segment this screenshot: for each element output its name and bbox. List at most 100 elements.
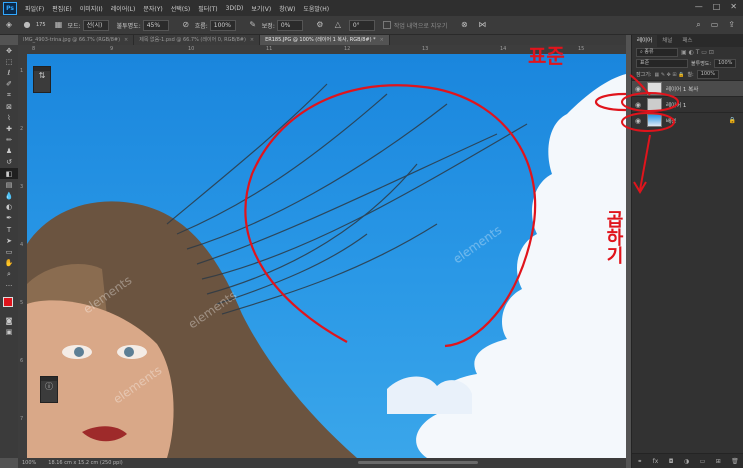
ruler-label: 10 [188, 46, 195, 52]
add-mask-icon[interactable]: ◘ [669, 458, 674, 465]
search-icon[interactable]: ⌕ [696, 20, 700, 30]
brush-settings-icon[interactable]: ▦ [54, 20, 64, 30]
menu-item-help[interactable]: 도움말(H) [299, 4, 333, 13]
link-layers-icon[interactable]: ⚭ [637, 458, 642, 465]
mode-select[interactable]: 선(시) [82, 19, 109, 31]
rectangle-tool-icon[interactable]: ▭ [0, 246, 18, 257]
brush-preset-icon[interactable]: ● [22, 20, 32, 30]
ruler-label: 15 [578, 46, 585, 52]
share-icon[interactable]: ⇪ [728, 20, 735, 30]
more-tools-icon[interactable]: ··· [0, 280, 18, 291]
tab-label: 제목 없음-1.psd @ 66.7% (레이어 0, RGB/8#) [139, 37, 246, 43]
angle-field[interactable]: 0° [348, 19, 375, 31]
close-icon[interactable]: × [250, 37, 254, 43]
tab-untitled[interactable]: 제목 없음-1.psd @ 66.7% (레이어 0, RGB/8#) × [134, 35, 261, 45]
ruler-label: 7 [20, 416, 24, 422]
menu-item-select[interactable]: 선택(S) [167, 4, 195, 13]
ruler-label: 13 [422, 46, 429, 52]
fx-icon[interactable]: fx [653, 458, 659, 465]
info-icon[interactable]: ⓘ [41, 381, 57, 392]
ruler-label: 4 [20, 242, 24, 248]
document-canvas[interactable]: elements elements elements elements [27, 54, 626, 458]
delete-layer-icon[interactable]: 🗑 [731, 458, 739, 465]
close-icon[interactable]: × [380, 37, 384, 43]
ruler-label: 14 [500, 46, 507, 52]
eraser-tool-preset-icon[interactable]: ◈ [4, 20, 14, 30]
brush-tool-icon[interactable]: ✏ [0, 135, 18, 146]
crop-tool-icon[interactable]: ⌗ [0, 90, 18, 101]
ruler-label: 3 [20, 184, 24, 190]
document-size[interactable]: 18.16 cm x 15.2 cm (250 ppi) [48, 460, 122, 466]
layer-opacity-field[interactable]: 100% [714, 59, 737, 68]
workspace-icon[interactable]: ▭ [711, 20, 719, 30]
checkbox-box[interactable] [382, 21, 391, 29]
eyedropper-tool-icon[interactable]: ⌇ [0, 112, 18, 123]
ruler-label: 11 [266, 46, 273, 52]
gradient-tool-icon[interactable]: ▤ [0, 179, 18, 190]
zoom-level[interactable]: 100% [22, 460, 36, 466]
close-icon[interactable]: × [124, 37, 128, 43]
pressure-size-icon[interactable]: ⊗ [459, 20, 469, 30]
move-tool-icon[interactable]: ✥ [0, 45, 18, 56]
screen-mode-icon[interactable]: ▣ [0, 326, 18, 337]
lock-icon: 🔒 [728, 117, 736, 124]
menu-item-3d[interactable]: 3D(D) [222, 5, 248, 12]
horizontal-scrollbar[interactable] [358, 461, 478, 464]
erase-history-checkbox[interactable]: 작업 내역으로 지우기 [382, 21, 447, 30]
quick-mask-icon[interactable]: ◙ [0, 315, 18, 326]
path-select-tool-icon[interactable]: ➤ [0, 235, 18, 246]
dodge-tool-icon[interactable]: ◐ [0, 202, 18, 213]
angle-icon: △ [334, 20, 341, 29]
flow-field[interactable]: 100% [209, 19, 236, 31]
quick-select-tool-icon[interactable]: ✐ [0, 79, 18, 90]
smoothing-options-icon[interactable]: ⚙ [315, 20, 325, 30]
menu-item-view[interactable]: 보기(V) [247, 4, 275, 13]
tab-img4903[interactable]: IMG_4903-trina.jpg @ 66.7% (RGB/8#) × [18, 35, 135, 45]
menu-item-file[interactable]: 파일(F) [21, 4, 48, 13]
menu-item-edit[interactable]: 편집(E) [48, 4, 76, 13]
marquee-tool-icon[interactable]: ⬚ [0, 56, 18, 67]
pen-tool-icon[interactable]: ✒ [0, 213, 18, 224]
ruler-label: 2 [20, 126, 24, 132]
eraser-tool-icon[interactable]: ◧ [0, 168, 18, 180]
frame-tool-icon[interactable]: ⊠ [0, 101, 18, 112]
window-controls: — □ ✕ [695, 2, 737, 11]
history-brush-tool-icon[interactable]: ↺ [0, 157, 18, 168]
healing-brush-tool-icon[interactable]: ✚ [0, 123, 18, 134]
symmetry-icon[interactable]: ⋈ [477, 20, 487, 30]
hand-tool-icon[interactable]: ✋ [0, 258, 18, 269]
new-layer-icon[interactable]: ⊞ [716, 458, 721, 465]
menu-item-filter[interactable]: 필터(T) [194, 4, 221, 13]
adjustment-layer-icon[interactable]: ◑ [684, 458, 689, 465]
mini-properties-panel[interactable]: ⓘ [40, 376, 58, 403]
color-swatches[interactable] [0, 295, 18, 315]
minimize-button[interactable]: — [695, 2, 703, 11]
smoothing-label: 보정: [261, 22, 275, 30]
menu-item-type[interactable]: 문자(Y) [139, 4, 166, 13]
menu-item-layer[interactable]: 레이어(L) [107, 4, 140, 13]
smoothing-field[interactable]: 0% [276, 19, 303, 31]
new-group-icon[interactable]: ▭ [700, 458, 706, 465]
mode-label: 모드: [67, 22, 81, 30]
tab-label: IMG_4903-trina.jpg @ 66.7% (RGB/8#) [23, 37, 121, 43]
mini-history-panel[interactable]: ⇅ [33, 66, 51, 93]
lasso-tool-icon[interactable]: ℓ [0, 67, 18, 78]
fill-field[interactable]: 100% [696, 70, 719, 79]
maximize-button[interactable]: □ [713, 2, 721, 11]
brush-size: 175 [36, 22, 46, 28]
close-button[interactable]: ✕ [730, 2, 737, 11]
type-tool-icon[interactable]: T [0, 224, 18, 235]
flow-group: 흐름: 100% [195, 19, 236, 31]
menu-item-window[interactable]: 창(W) [275, 4, 299, 13]
tab-er185[interactable]: ER185.JPG @ 100% (레이어 1 복사, RGB/8#) * × [260, 35, 390, 45]
history-icon[interactable]: ⇅ [34, 71, 50, 80]
foreground-color-swatch[interactable] [3, 297, 13, 308]
blur-tool-icon[interactable]: 💧 [0, 190, 18, 201]
options-bar: ◈ ● 175 ▦ 모드: 선(시) 불투명도: 45% ⊘ 흐름: 100% … [0, 16, 743, 35]
pressure-opacity-icon[interactable]: ⊘ [181, 20, 191, 30]
opacity-field[interactable]: 45% [142, 19, 169, 31]
airbrush-icon[interactable]: ✎ [248, 20, 258, 30]
zoom-tool-icon[interactable]: ⌕ [0, 269, 18, 280]
clone-stamp-tool-icon[interactable]: ♟ [0, 146, 18, 157]
menu-item-image[interactable]: 이미지(I) [76, 4, 107, 13]
